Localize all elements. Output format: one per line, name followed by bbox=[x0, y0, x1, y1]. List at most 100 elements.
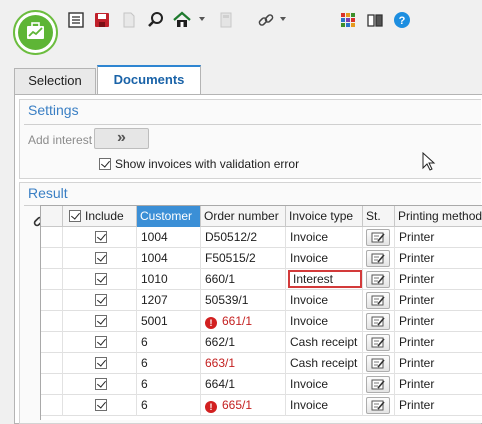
settings-divider bbox=[24, 124, 481, 125]
order-number-text: 663/1 bbox=[205, 356, 236, 370]
include-checkbox[interactable] bbox=[95, 378, 107, 390]
customer-cell: 1004 bbox=[137, 248, 201, 269]
edit-status-button[interactable] bbox=[366, 355, 390, 372]
edit-status-button[interactable] bbox=[366, 229, 390, 246]
row-indicator[interactable] bbox=[41, 269, 63, 290]
invoice-type-cell: Invoice bbox=[286, 374, 363, 395]
row-indicator[interactable] bbox=[41, 311, 63, 332]
link-icon[interactable] bbox=[257, 11, 275, 29]
error-icon: ! bbox=[205, 401, 217, 413]
column-header-printing-method[interactable]: Printing method bbox=[395, 206, 482, 227]
include-cell bbox=[63, 290, 137, 311]
include-cell bbox=[63, 395, 137, 416]
include-checkbox[interactable] bbox=[95, 336, 107, 348]
customer-cell: 1207 bbox=[137, 290, 201, 311]
edit-icon bbox=[371, 379, 385, 390]
status-cell bbox=[363, 353, 395, 374]
include-checkbox[interactable] bbox=[95, 273, 107, 285]
invoice-type-cell: Invoice bbox=[286, 227, 363, 248]
calculator-icon bbox=[220, 12, 232, 28]
include-all-checkbox[interactable] bbox=[69, 210, 81, 222]
edit-status-button[interactable] bbox=[366, 250, 390, 267]
save-icon[interactable] bbox=[93, 11, 111, 29]
printing-method-cell: Printer bbox=[399, 251, 435, 265]
table-row[interactable]: 6 664/1 Invoice Printer bbox=[41, 374, 482, 395]
app-logo-icon[interactable] bbox=[13, 10, 58, 55]
row-indicator[interactable] bbox=[41, 353, 63, 374]
status-cell bbox=[363, 311, 395, 332]
include-checkbox[interactable] bbox=[95, 252, 107, 264]
add-interest-button[interactable]: » bbox=[94, 128, 149, 149]
tab-selection[interactable]: Selection bbox=[14, 68, 96, 94]
edit-status-button[interactable] bbox=[366, 397, 390, 414]
include-checkbox[interactable] bbox=[95, 294, 107, 306]
row-indicator[interactable] bbox=[41, 374, 63, 395]
include-checkbox[interactable] bbox=[95, 399, 107, 411]
edit-status-button[interactable] bbox=[366, 313, 390, 330]
row-indicator[interactable] bbox=[41, 395, 63, 416]
printing-method-cell: Printer bbox=[399, 377, 435, 391]
status-cell bbox=[363, 248, 395, 269]
customer-cell: 6 bbox=[137, 374, 201, 395]
order-number-cell: ! 661/1 bbox=[201, 311, 286, 332]
invoice-type-cell: Invoice bbox=[286, 311, 363, 332]
order-number-text: F50515/2 bbox=[205, 251, 256, 265]
row-indicator[interactable] bbox=[41, 332, 63, 353]
tab-documents[interactable]: Documents bbox=[97, 65, 201, 95]
edit-icon bbox=[371, 316, 385, 327]
include-cell bbox=[63, 353, 137, 374]
order-number-cell: 662/1 bbox=[201, 332, 286, 353]
printing-method-cell: Printer bbox=[399, 293, 435, 307]
include-cell bbox=[63, 227, 137, 248]
edit-status-button[interactable] bbox=[366, 292, 390, 309]
help-icon[interactable]: ? bbox=[393, 11, 411, 29]
book-icon[interactable] bbox=[366, 11, 384, 29]
add-interest-label: Add interest bbox=[28, 133, 93, 147]
column-header-order-number[interactable]: Order number bbox=[201, 206, 286, 227]
invoice-type-cell: Cash receipt bbox=[286, 353, 363, 374]
table-row[interactable]: 1004 D50512/2 Invoice Printer bbox=[41, 227, 482, 248]
printing-method-cell: Printer bbox=[399, 314, 435, 328]
include-checkbox[interactable] bbox=[95, 231, 107, 243]
invoice-type-cell: Invoice bbox=[286, 248, 363, 269]
edit-status-button[interactable] bbox=[366, 334, 390, 351]
customer-cell: 1010 bbox=[137, 269, 201, 290]
table-row[interactable]: 1004 F50515/2 Invoice Printer bbox=[41, 248, 482, 269]
status-cell bbox=[363, 269, 395, 290]
invoice-type-cell: Invoice bbox=[286, 290, 363, 311]
table-row[interactable]: 6! 665/1 Invoice Printer bbox=[41, 395, 482, 416]
table-row[interactable]: 5001! 661/1 Invoice Printer bbox=[41, 311, 482, 332]
table-row[interactable]: 1207 50539/1 Invoice Printer bbox=[41, 290, 482, 311]
printing-method-cell: Printer bbox=[399, 398, 435, 412]
link-dropdown-icon[interactable] bbox=[280, 17, 286, 21]
row-indicator[interactable] bbox=[41, 227, 63, 248]
row-indicator[interactable] bbox=[41, 248, 63, 269]
order-number-cell: D50512/2 bbox=[201, 227, 286, 248]
column-header-status[interactable]: St. bbox=[363, 206, 395, 227]
table-row[interactable]: 6 662/1 Cash receipt Printer bbox=[41, 332, 482, 353]
column-header-include[interactable]: Include bbox=[63, 206, 137, 227]
toolbar: ? bbox=[0, 0, 482, 62]
home-dropdown-icon[interactable] bbox=[199, 17, 205, 21]
edit-status-button[interactable] bbox=[366, 271, 390, 288]
home-icon[interactable] bbox=[173, 11, 191, 29]
printing-method-cell: Printer bbox=[399, 272, 435, 286]
show-invoices-checkbox[interactable] bbox=[99, 158, 111, 170]
table-row[interactable]: 6 663/1 Cash receipt Printer bbox=[41, 353, 482, 374]
search-icon[interactable] bbox=[147, 11, 165, 29]
include-cell bbox=[63, 332, 137, 353]
list-icon[interactable] bbox=[67, 11, 85, 29]
order-number-text: 50539/1 bbox=[205, 293, 249, 307]
column-header-customer[interactable]: Customer bbox=[137, 206, 201, 227]
row-indicator[interactable] bbox=[41, 290, 63, 311]
include-checkbox[interactable] bbox=[95, 315, 107, 327]
table-row[interactable]: 1010 660/1 Interest Printer bbox=[41, 269, 482, 290]
order-number-cell: F50515/2 bbox=[201, 248, 286, 269]
edit-status-button[interactable] bbox=[366, 376, 390, 393]
order-number-cell: 660/1 bbox=[201, 269, 286, 290]
windows-icon[interactable] bbox=[339, 11, 357, 29]
include-cell bbox=[63, 269, 137, 290]
include-checkbox[interactable] bbox=[95, 357, 107, 369]
column-header-invoice-type[interactable]: Invoice type bbox=[286, 206, 363, 227]
include-header-label: Include bbox=[85, 209, 124, 223]
